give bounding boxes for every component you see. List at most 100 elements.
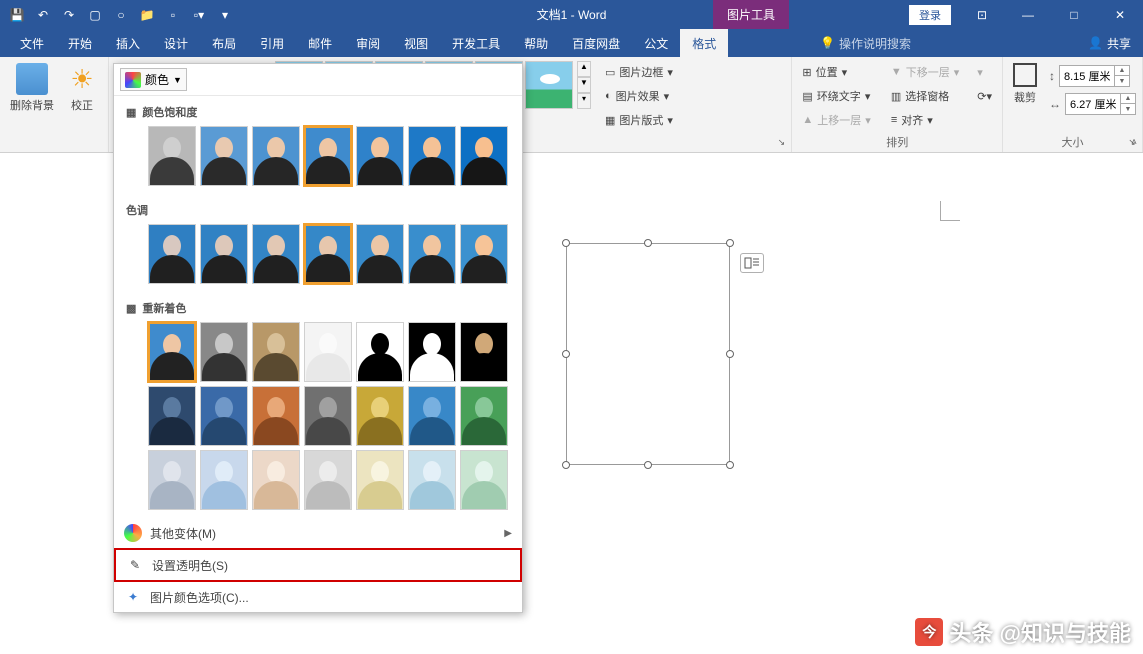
color-swatch[interactable] [148,126,196,186]
color-swatch[interactable] [148,224,196,284]
remove-background-button[interactable]: 删除背景 [6,61,58,115]
color-swatch[interactable] [304,224,352,284]
color-swatch[interactable] [252,126,300,186]
color-swatch[interactable] [460,224,508,284]
gallery-down-icon[interactable]: ▼ [577,77,591,93]
undo-icon[interactable]: ↶ [32,4,54,26]
open-icon[interactable]: 📁 [136,4,158,26]
color-swatch[interactable] [200,224,248,284]
new-icon[interactable]: ▫ [162,4,184,26]
menu-item-7[interactable]: 审阅 [344,29,392,57]
color-swatch[interactable] [148,450,196,510]
menu-item-13[interactable]: 格式 [680,29,728,57]
selected-image[interactable] [566,243,730,465]
color-swatch[interactable] [304,386,352,446]
tell-me-search[interactable]: 💡 操作说明搜索 [820,35,911,52]
menu-item-2[interactable]: 插入 [104,29,152,57]
picture-color-options-item[interactable]: ✦ 图片颜色选项(C)... [114,582,522,612]
bring-forward-button[interactable]: ▲上移一层 ▾ [798,109,874,131]
qat-icon[interactable]: ▫▾ [188,4,210,26]
color-swatch[interactable] [408,126,456,186]
maximize-icon[interactable]: □ [1051,0,1097,29]
login-button[interactable]: 登录 [909,5,951,25]
menu-item-11[interactable]: 百度网盘 [560,29,632,57]
share-button[interactable]: 👤 共享 [1088,35,1131,52]
color-swatch[interactable] [408,322,456,382]
color-swatch[interactable] [304,126,352,186]
rotate-button[interactable]: ⟳▾ [973,85,996,107]
save-icon[interactable]: 💾 [6,4,28,26]
position-button[interactable]: ⊞位置 ▾ [798,61,874,83]
spinner-down-icon[interactable]: ▼ [1115,76,1129,86]
menu-item-0[interactable]: 文件 [8,29,56,57]
color-swatch[interactable] [304,322,352,382]
spinner-down-icon[interactable]: ▼ [1121,104,1135,114]
align-icon: ≡ [891,114,897,126]
picture-effects-button[interactable]: ◐图片效果 ▾ [601,85,677,107]
color-swatch[interactable] [304,450,352,510]
color-swatch[interactable] [200,386,248,446]
qat-icon[interactable]: ○ [110,4,132,26]
color-swatch[interactable] [252,224,300,284]
color-swatch[interactable] [252,386,300,446]
color-swatch[interactable] [408,224,456,284]
color-swatch[interactable] [460,322,508,382]
menu-item-3[interactable]: 设计 [152,29,200,57]
more-variants-item[interactable]: 其他变体(M) ▶ [114,518,522,548]
collapse-ribbon-icon[interactable]: ˄ [1131,137,1137,148]
crop-button[interactable]: 裁剪 [1009,61,1041,107]
menu-item-6[interactable]: 邮件 [296,29,344,57]
color-swatch[interactable] [148,386,196,446]
qat-customize-icon[interactable]: ▾ [214,4,236,26]
color-swatch[interactable] [252,322,300,382]
recolor-swatches [122,322,514,382]
set-transparent-color-item[interactable]: ✎ 设置透明色(S) [114,548,522,582]
qat-icon[interactable]: ▢ [84,4,106,26]
gallery-up-icon[interactable]: ▲ [577,61,591,77]
menu-item-4[interactable]: 布局 [200,29,248,57]
margin-marker [940,201,960,221]
color-swatch[interactable] [200,126,248,186]
gallery-more-icon[interactable]: ▾ [577,93,591,109]
menu-item-12[interactable]: 公文 [632,29,680,57]
wrap-text-button[interactable]: ▤环绕文字 ▾ [798,85,874,107]
color-swatch[interactable] [460,386,508,446]
color-swatch[interactable] [148,322,196,382]
color-swatch[interactable] [460,450,508,510]
minimize-icon[interactable]: — [1005,0,1051,29]
color-split-button[interactable]: 颜色 ▼ [120,68,187,91]
height-input[interactable]: ▲▼ [1059,65,1130,87]
close-icon[interactable]: ✕ [1097,0,1143,29]
menu-item-1[interactable]: 开始 [56,29,104,57]
spinner-up-icon[interactable]: ▲ [1121,94,1135,104]
menu-item-8[interactable]: 视图 [392,29,440,57]
ribbon-group-size: 裁剪 ↕ ▲▼ ↔ ▲▼ 大小 [1003,57,1143,152]
picture-layout-button[interactable]: ▦图片版式 ▾ [601,109,677,131]
selection-pane-button[interactable]: ▥选择窗格 [887,85,963,107]
color-swatch[interactable] [356,322,404,382]
spinner-up-icon[interactable]: ▲ [1115,66,1129,76]
color-swatch[interactable] [356,126,404,186]
color-swatch[interactable] [200,322,248,382]
color-swatch[interactable] [460,126,508,186]
color-swatch[interactable] [200,450,248,510]
redo-icon[interactable]: ↷ [58,4,80,26]
color-swatch[interactable] [356,450,404,510]
color-swatch[interactable] [356,386,404,446]
ribbon-display-icon[interactable]: ⊡ [959,0,1005,29]
corrections-button[interactable]: ☀ 校正 [62,61,102,115]
picture-border-button[interactable]: ▭图片边框 ▾ [601,61,677,83]
send-backward-button[interactable]: ▼下移一层 ▾ [887,61,963,83]
menu-item-10[interactable]: 帮助 [512,29,560,57]
color-swatch[interactable] [408,386,456,446]
menu-item-5[interactable]: 引用 [248,29,296,57]
layout-options-button[interactable] [740,253,764,273]
color-swatch[interactable] [356,224,404,284]
dialog-launcher-icon[interactable]: ↘ [775,136,787,148]
menu-item-9[interactable]: 开发工具 [440,29,512,57]
style-thumb[interactable] [525,61,573,109]
width-input[interactable]: ▲▼ [1065,93,1136,115]
color-swatch[interactable] [252,450,300,510]
color-swatch[interactable] [408,450,456,510]
align-button[interactable]: ≡对齐 ▾ [887,109,963,131]
